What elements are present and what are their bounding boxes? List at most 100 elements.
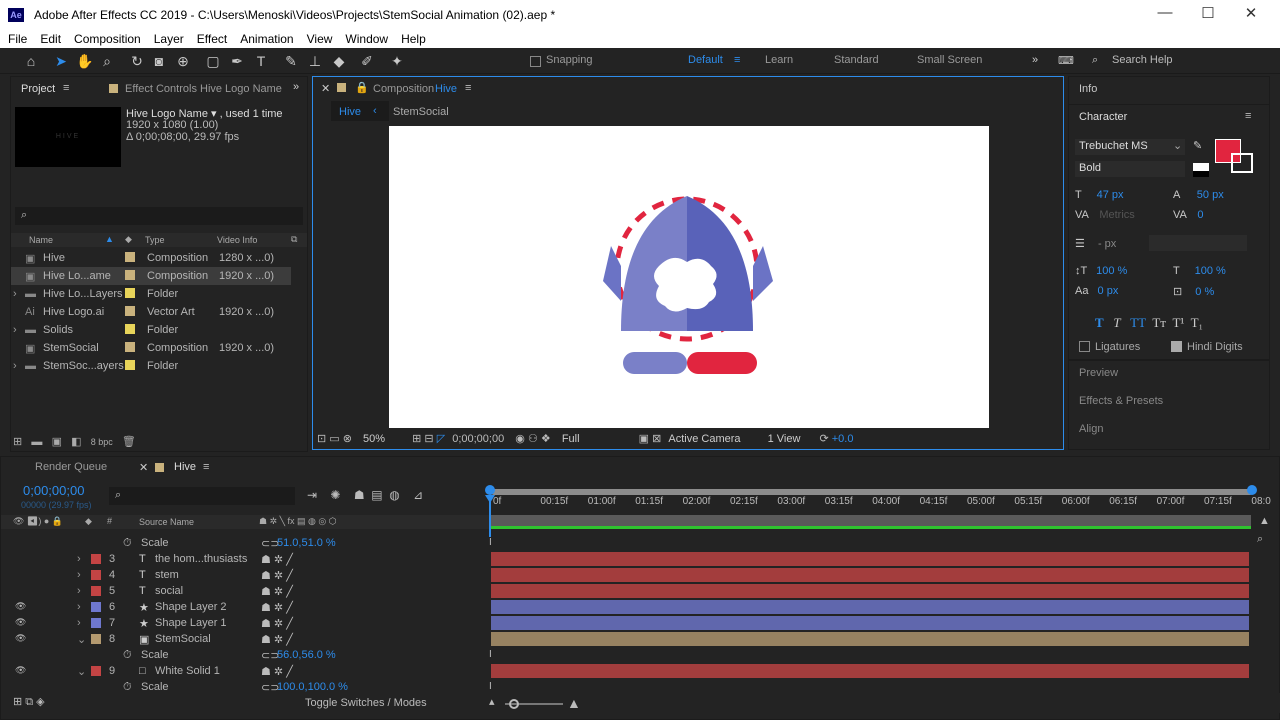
- pan-behind-tool-icon[interactable]: ⊕: [174, 52, 192, 70]
- region-icon[interactable]: ⊞: [412, 433, 421, 445]
- breadcrumb-stemsocial[interactable]: StemSocial: [393, 106, 449, 118]
- property-value[interactable]: 56.0,56.0 %: [277, 649, 336, 661]
- expand-layer-switches-icon[interactable]: ⊞ ⧉ ◈: [13, 695, 45, 709]
- label-icon[interactable]: ◆: [85, 516, 92, 527]
- shy-icon[interactable]: ☗: [354, 488, 365, 502]
- effects-presets-panel-tab[interactable]: Effects & Presets: [1079, 395, 1163, 407]
- menu-edit[interactable]: Edit: [40, 32, 61, 46]
- preview-panel-tab[interactable]: Preview: [1079, 367, 1118, 379]
- sort-ascending-icon[interactable]: ▲: [105, 234, 114, 244]
- snapshot-icon[interactable]: ◉: [515, 433, 525, 445]
- menu-file[interactable]: File: [8, 32, 27, 46]
- interpret-footage-icon[interactable]: ⊞: [13, 436, 22, 448]
- switches-icons[interactable]: ☗ ✲ ╲ fx ▤ ◍ ◎ ⬡: [259, 516, 337, 527]
- lock-icon[interactable]: 🔒: [355, 81, 369, 94]
- project-settings-icon[interactable]: ◧: [71, 436, 81, 448]
- visibility-eye-icon[interactable]: 👁: [15, 665, 26, 676]
- maximize-button[interactable]: ☐: [1193, 4, 1223, 22]
- tab-effect-controls[interactable]: Effect Controls Hive Logo Name: [125, 83, 282, 95]
- layer-row[interactable]: › 4 Tstem ☗ ✲ ╱: [1, 567, 489, 583]
- layer-switches[interactable]: ☗ ✲ ╱: [261, 617, 293, 630]
- faux-bold-icon[interactable]: T: [1095, 315, 1104, 330]
- menu-composition[interactable]: Composition: [74, 32, 141, 46]
- comp-menu-icon[interactable]: ≡: [465, 82, 471, 94]
- reset-exposure-icon[interactable]: ⟳: [819, 433, 828, 445]
- zoom-in-icon[interactable]: ▲: [567, 695, 581, 711]
- frame-blending-icon[interactable]: ▤: [371, 488, 382, 502]
- puppet-tool-icon[interactable]: ✦: [388, 52, 406, 70]
- white-swatch[interactable]: [1193, 163, 1209, 171]
- region-of-interest-icon[interactable]: ▣: [639, 433, 649, 445]
- layer-name[interactable]: social: [155, 585, 183, 597]
- visibility-eye-icon[interactable]: 👁: [15, 617, 26, 628]
- zoom-tool-icon[interactable]: ⌕: [98, 52, 116, 70]
- monitor-icon[interactable]: ▭: [329, 433, 339, 445]
- layer-switches[interactable]: ☗ ✲ ╱: [261, 569, 293, 582]
- layer-row[interactable]: › 5 Tsocial ☗ ✲ ╱: [1, 583, 489, 599]
- label-swatch[interactable]: [125, 324, 135, 334]
- label-swatch[interactable]: [125, 306, 135, 316]
- zoom-select[interactable]: 50%: [363, 433, 385, 445]
- mask-visibility-icon[interactable]: ◸: [437, 433, 445, 445]
- tsume-value[interactable]: 0 %: [1195, 286, 1214, 298]
- expand-arrow-icon[interactable]: ›: [77, 617, 81, 629]
- column-source-name[interactable]: Source Name: [139, 517, 194, 527]
- zoom-slider-handle[interactable]: [509, 699, 519, 709]
- workspace-menu-icon[interactable]: ≡: [734, 54, 740, 66]
- layer-switches[interactable]: ☗ ✲ ╱: [261, 633, 293, 646]
- timeline-timecode[interactable]: 0;00;00;00: [23, 483, 84, 498]
- layer-name[interactable]: White Solid 1: [155, 665, 220, 677]
- all-caps-icon[interactable]: TT: [1130, 315, 1146, 330]
- small-caps-icon[interactable]: Tт: [1152, 315, 1166, 330]
- comp-viewer[interactable]: [313, 125, 1063, 428]
- menu-layer[interactable]: Layer: [154, 32, 184, 46]
- stopwatch-icon[interactable]: ⏱: [123, 537, 132, 550]
- layer-number-icon[interactable]: #: [107, 516, 112, 526]
- tab-composition-hive[interactable]: Hive: [435, 83, 457, 95]
- camera-tool-icon[interactable]: ◙: [150, 52, 168, 70]
- timeline-scroll-up-icon[interactable]: ▲: [1259, 515, 1270, 527]
- tab-render-queue[interactable]: Render Queue: [35, 461, 107, 473]
- sync-settings-icon[interactable]: ⌨: [1058, 54, 1074, 67]
- property-row[interactable]: ⏱ Scale ⊂⊃ 51.0,51.0 %: [1, 535, 489, 551]
- workspace-default[interactable]: Default: [688, 54, 723, 66]
- work-area-start-handle[interactable]: [485, 485, 495, 495]
- eraser-tool-icon[interactable]: ◆: [330, 52, 348, 70]
- comp-button-icon[interactable]: ⌕: [1257, 533, 1263, 546]
- zoom-out-icon[interactable]: ▴: [489, 695, 495, 708]
- workspace-standard[interactable]: Standard: [834, 54, 879, 66]
- label-column-icon[interactable]: ◆: [125, 234, 132, 245]
- views-select[interactable]: 1 View: [768, 433, 801, 445]
- project-item[interactable]: › ▬ StemSoc...ayers Folder: [11, 357, 291, 375]
- always-preview-icon[interactable]: ⊡: [317, 433, 326, 445]
- layer-label-swatch[interactable]: [91, 666, 101, 676]
- project-menu-icon[interactable]: ≡: [63, 82, 69, 94]
- rotate-tool-icon[interactable]: ↻: [128, 52, 146, 70]
- mask-view-icon[interactable]: ⊗: [343, 433, 352, 445]
- time-ruler[interactable]: 0f 00:15f 01:00f 01:15f 02:00f 02:15f 03:00f 03…: [485, 485, 1271, 509]
- composition-flowchart-icon[interactable]: ⇥: [307, 488, 317, 502]
- label-swatch[interactable]: [125, 270, 135, 280]
- tracking-value[interactable]: 0: [1197, 209, 1203, 221]
- align-panel-tab[interactable]: Align: [1079, 423, 1103, 435]
- comp-timecode[interactable]: 0;00;00;00: [452, 433, 504, 445]
- type-tool-icon[interactable]: T: [252, 52, 270, 70]
- layer-duration-bar[interactable]: [491, 616, 1249, 630]
- playhead-handle[interactable]: [485, 495, 495, 503]
- layer-duration-bar[interactable]: [491, 632, 1249, 646]
- layer-switches[interactable]: ☗ ✲ ╱: [261, 601, 293, 614]
- clone-stamp-tool-icon[interactable]: ⊥: [306, 52, 324, 70]
- workspace-learn[interactable]: Learn: [765, 54, 793, 66]
- layer-label-swatch[interactable]: [91, 554, 101, 564]
- more-workspaces-icon[interactable]: »: [1032, 54, 1038, 66]
- pen-tool-icon[interactable]: ✒: [228, 52, 246, 70]
- timeline-menu-icon[interactable]: ≡: [203, 461, 209, 473]
- roto-brush-tool-icon[interactable]: ✐: [358, 52, 376, 70]
- menu-window[interactable]: Window: [345, 32, 388, 46]
- new-composition-icon[interactable]: ▣: [52, 436, 62, 448]
- layer-name[interactable]: Shape Layer 1: [155, 617, 227, 629]
- info-tab[interactable]: Info: [1079, 83, 1097, 95]
- faux-italic-icon[interactable]: T: [1113, 315, 1120, 330]
- stopwatch-icon[interactable]: ⏱: [123, 649, 132, 662]
- workspace-small-screen[interactable]: Small Screen: [917, 54, 982, 66]
